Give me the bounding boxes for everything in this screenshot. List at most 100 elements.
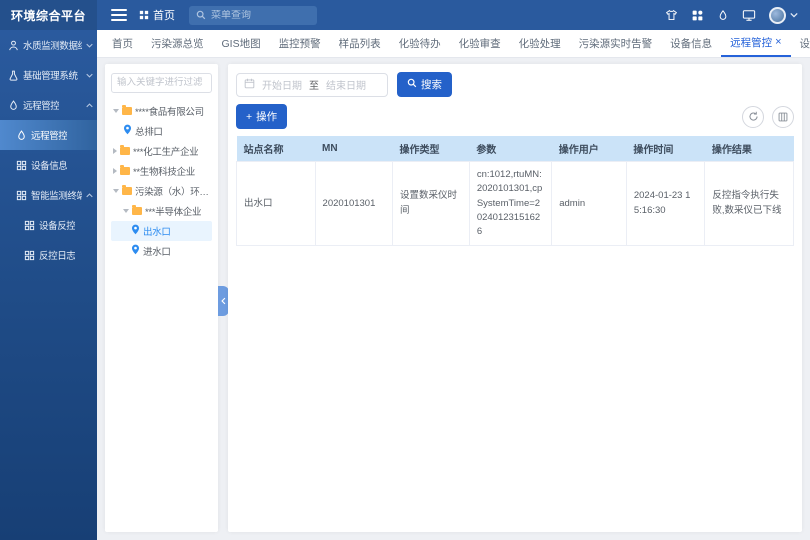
tab-gis-map[interactable]: GIS地图 [213,30,270,57]
cell-mn: 2020101301 [315,162,392,246]
chevron-down-icon [86,40,93,51]
tree-node-semiconductor-company[interactable]: ***半导体企业 [111,201,212,221]
theme-shirt-icon[interactable] [665,9,678,22]
sidebar-item-reverse-control-log[interactable]: 反控日志 [0,240,97,270]
chevron-up-icon [86,100,93,111]
tab-remote-control[interactable]: 远程管控 × [721,30,790,57]
date-range-picker[interactable]: 开始日期 至 结束日期 [236,73,388,97]
sidebar-item-label: 远程管控 [31,128,67,142]
sidebar-item-label: 设备反控 [39,218,75,232]
sidebar-item-smart-terminal[interactable]: 智能监测终端 [0,180,97,210]
col-parameters: 参数 [469,136,551,162]
tab-device-reverse-control[interactable]: 设备反控 [791,30,810,57]
grid-icon [24,250,35,261]
sidebar-item-label: 智能监测终端 [31,188,82,202]
analysis-icon [8,40,19,51]
tree-filter-input[interactable] [111,73,212,93]
tab-monitor-alert[interactable]: 监控预警 [270,30,330,57]
table-row[interactable]: 出水口 2020101301 设置数采仪时间 cn:1012,rtuMN:202… [237,162,794,246]
folder-icon [120,147,130,155]
grid-icon [24,220,35,231]
sidebar-item-label: 基础管理系统 [23,68,78,82]
app-logo: 环境综合平台 [0,0,97,30]
tree-node-chemical-company[interactable]: ***化工生产企业 [111,141,212,161]
sidebar-item-water-analysis[interactable]: 水质监测数据综合分析 [0,30,97,60]
col-operation-time: 操作时间 [626,136,705,162]
layout-icon[interactable] [691,9,704,22]
monitor-icon[interactable] [742,9,756,22]
tab-sample-list[interactable]: 样品列表 [330,30,390,57]
avatar [769,7,786,24]
tree-node-outlet[interactable]: 出水口 [111,221,212,241]
user-menu[interactable] [769,7,798,24]
caret-right-icon[interactable] [113,168,117,174]
sidebar: 水质监测数据综合分析 基础管理系统 远程管控 远程管控 设备信息 智能监测终端 … [0,30,97,540]
folder-icon [120,167,130,175]
sidebar-item-remote-control-child[interactable]: 远程管控 [0,120,97,150]
folder-icon [122,187,132,195]
table-tools [742,106,794,128]
tab-lab-todo[interactable]: 化验待办 [390,30,450,57]
column-settings-button[interactable] [772,106,794,128]
sidebar-item-label: 水质监测数据综合分析 [23,38,82,52]
end-date-placeholder: 结束日期 [326,77,366,92]
chevron-down-icon [790,12,798,18]
menu-search-input[interactable] [211,10,301,21]
cell-site-name: 出水口 [237,162,316,246]
tree-node-main-outlet[interactable]: 总排口 [111,121,212,141]
refresh-button[interactable] [742,106,764,128]
cell-parameters: cn:1012,rtuMN:2020101301,cpSystemTime=20… [469,162,551,246]
grid-icon [16,190,27,201]
folder-icon [122,107,132,115]
pin-icon [131,224,140,238]
search-icon [407,78,417,91]
tab-home[interactable]: 首页 [103,30,142,57]
tab-realtime-alarm[interactable]: 污染源实时告警 [570,30,662,57]
tab-device-info[interactable]: 设备信息 [661,30,721,57]
pin-icon [131,244,140,258]
range-separator: 至 [309,77,319,92]
topbar-home-label: 首页 [153,7,175,23]
grid-icon [16,160,27,171]
sidebar-item-label: 反控日志 [39,248,75,262]
content-area: ****食品有限公司 总排口 ***化工生产企业 **生物科技企业 污染源（水）… [97,58,810,540]
sidebar-item-remote-control[interactable]: 远程管控 [0,90,97,120]
plus-icon: + [246,111,252,123]
tab-lab-review[interactable]: 化验审查 [450,30,510,57]
search-button[interactable]: 搜索 [397,72,452,97]
filter-row: 开始日期 至 结束日期 搜索 [236,72,794,97]
tree-node-inlet[interactable]: 进水口 [111,241,212,261]
chevron-up-icon [86,190,93,201]
caret-right-icon[interactable] [113,148,117,154]
sidebar-item-label: 远程管控 [23,98,59,112]
water-drop-icon [8,100,19,111]
caret-down-icon[interactable] [123,209,129,213]
operate-button[interactable]: + 操作 [236,104,287,129]
tab-lab-process[interactable]: 化验处理 [510,30,570,57]
flame-icon[interactable] [717,9,729,22]
operations-table: 站点名称 MN 操作类型 参数 操作用户 操作时间 操作结果 出水口 20201… [236,136,794,246]
tab-pollution-overview[interactable]: 污染源总览 [142,30,213,57]
hamburger-menu-icon[interactable] [111,9,127,21]
tree-node-food-company[interactable]: ****食品有限公司 [111,101,212,121]
sidebar-item-label: 设备信息 [31,158,67,172]
sidebar-item-base-system[interactable]: 基础管理系统 [0,60,97,90]
menu-search-box[interactable] [189,6,317,25]
tree-node-epa-bureau[interactable]: 污染源（水）环保局 [111,181,212,201]
caret-down-icon[interactable] [113,109,119,113]
sidebar-item-device-reverse-control[interactable]: 设备反控 [0,210,97,240]
site-tree-panel: ****食品有限公司 总排口 ***化工生产企业 **生物科技企业 污染源（水）… [105,64,218,532]
col-operation-user: 操作用户 [552,136,627,162]
pin-icon [123,124,132,138]
sidebar-item-device-info[interactable]: 设备信息 [0,150,97,180]
action-row: + 操作 [236,104,794,129]
close-icon[interactable]: × [775,37,781,48]
tree-node-biotech-company[interactable]: **生物科技企业 [111,161,212,181]
topbar-home-link[interactable]: 首页 [139,7,175,23]
caret-down-icon[interactable] [113,189,119,193]
home-grid-icon [139,10,149,20]
chevron-down-icon [86,70,93,81]
calendar-icon [244,78,255,92]
cell-operation-user: admin [552,162,627,246]
folder-icon [132,207,142,215]
